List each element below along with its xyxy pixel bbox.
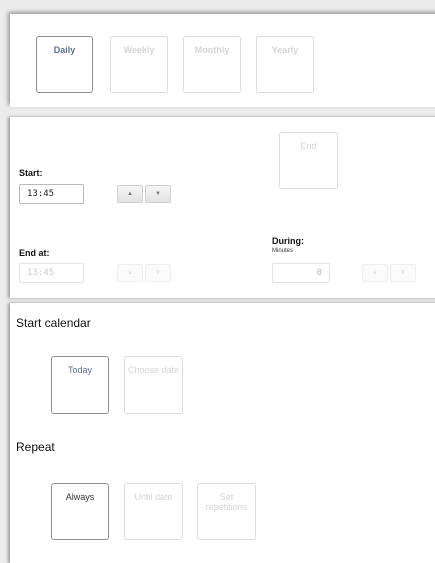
during-unit: Minutes <box>272 248 294 254</box>
end-at-input[interactable]: 13:45 <box>19 263 84 283</box>
tab-weekly-label: Weekly <box>123 45 155 55</box>
always-button-label: Always <box>65 492 95 502</box>
chevron-up-icon: ▲ <box>127 270 133 276</box>
end-at-label: End at: <box>19 248 50 258</box>
tab-monthly[interactable]: Monthly <box>183 36 241 93</box>
chevron-up-icon: ▲ <box>127 191 133 197</box>
calendar-panel: Start calendar Today Choose date Repeat … <box>10 303 435 563</box>
tab-monthly-label: Monthly <box>194 45 230 55</box>
start-label: Start: <box>19 168 43 178</box>
time-panel: End Start: 13:45 ▲ ▼ During: Minutes End… <box>10 117 435 298</box>
today-button-label: Today <box>67 365 93 375</box>
tab-daily[interactable]: Daily <box>36 36 93 93</box>
start-increment-button[interactable]: ▲ <box>117 185 143 203</box>
start-decrement-button[interactable]: ▼ <box>145 185 171 203</box>
end-at-decrement-button[interactable]: ▼ <box>145 264 171 282</box>
frequency-panel: Daily Weekly Monthly Yearly <box>10 14 435 107</box>
until-date-button[interactable]: Until date <box>124 483 183 540</box>
today-button[interactable]: Today <box>51 356 109 414</box>
start-calendar-heading: Start calendar <box>16 316 91 330</box>
until-date-button-label: Until date <box>134 492 173 502</box>
chevron-up-icon: ▲ <box>372 270 378 276</box>
end-button[interactable]: End <box>279 132 338 189</box>
tab-daily-label: Daily <box>53 45 76 55</box>
choose-date-button[interactable]: Choose date <box>124 356 183 414</box>
end-at-increment-button[interactable]: ▲ <box>117 264 143 282</box>
tab-yearly-label: Yearly <box>271 45 299 55</box>
choose-date-button-label: Choose date <box>127 365 180 375</box>
during-label: During: <box>272 236 304 246</box>
end-button-label: End <box>300 141 317 151</box>
repeat-heading: Repeat <box>16 440 55 454</box>
set-repetitions-button-label: Set repetitions <box>205 492 248 512</box>
set-repetitions-button[interactable]: Set repetitions <box>197 483 256 540</box>
during-increment-button[interactable]: ▲ <box>362 264 388 282</box>
tab-yearly[interactable]: Yearly <box>256 36 314 93</box>
chevron-down-icon: ▼ <box>155 191 161 197</box>
chevron-down-icon: ▼ <box>155 270 161 276</box>
start-time-input[interactable]: 13:45 <box>19 184 84 204</box>
chevron-down-icon: ▼ <box>400 270 406 276</box>
tab-weekly[interactable]: Weekly <box>110 36 168 93</box>
during-decrement-button[interactable]: ▼ <box>390 264 416 282</box>
always-button[interactable]: Always <box>51 483 109 540</box>
during-minutes-input[interactable]: 0 <box>272 263 330 283</box>
